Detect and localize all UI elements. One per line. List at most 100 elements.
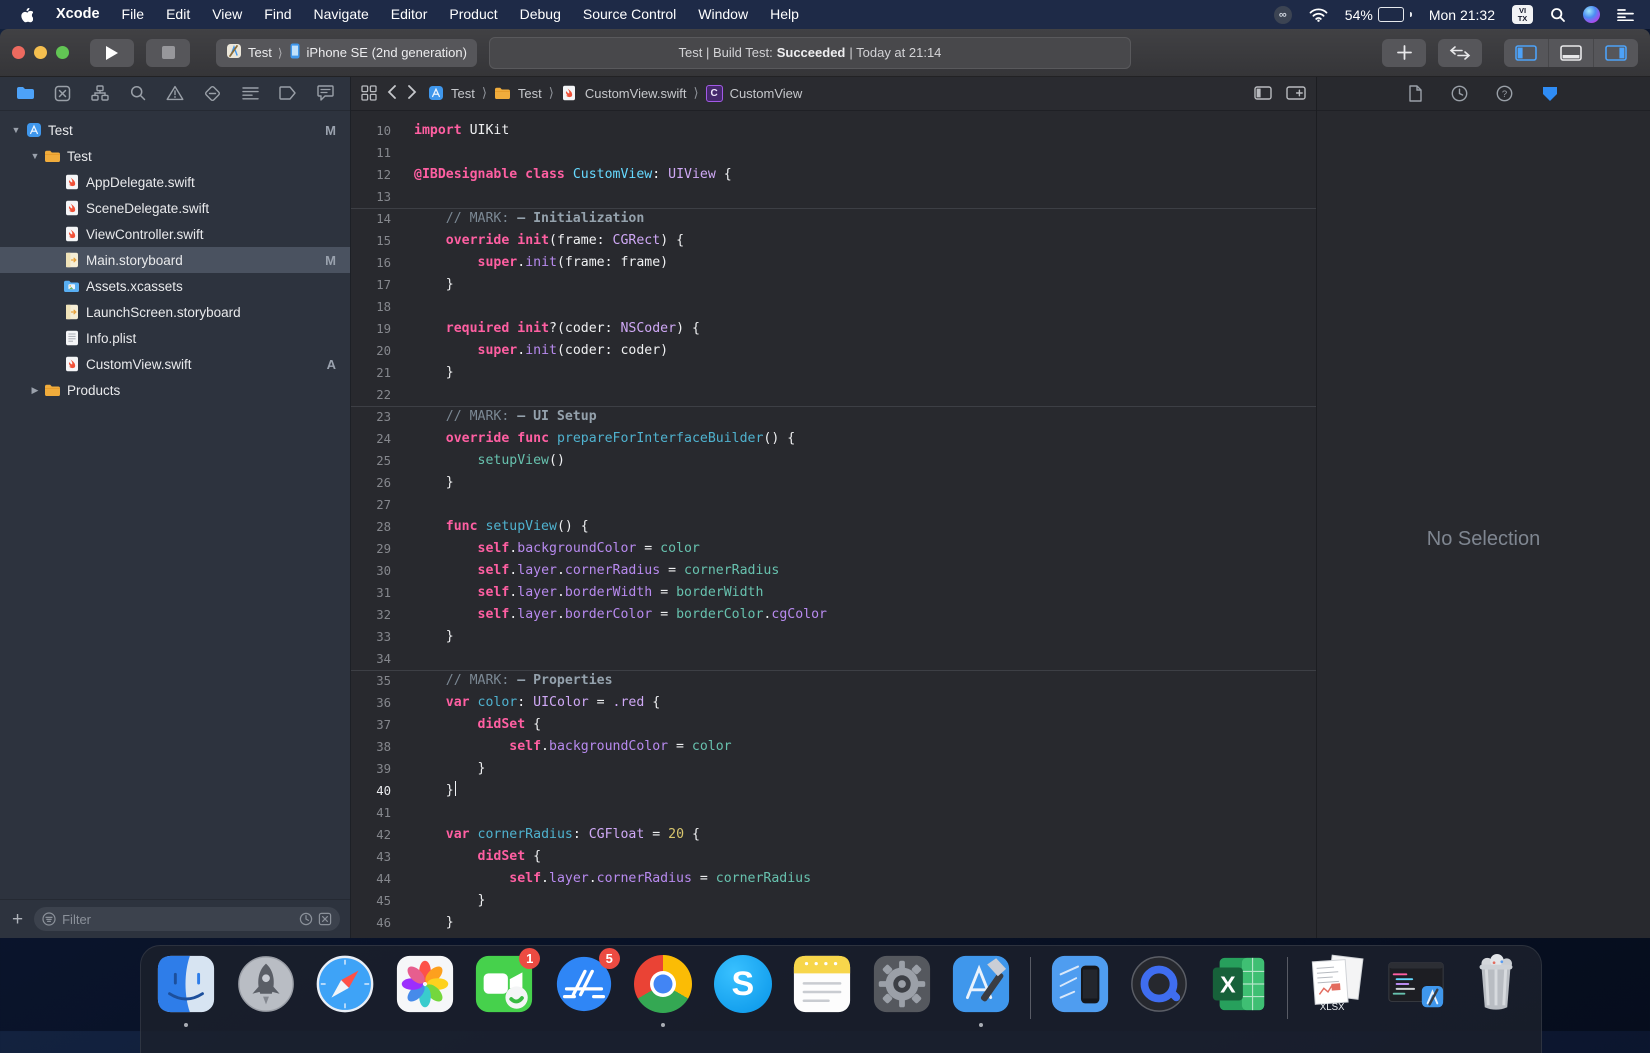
code-line-29[interactable]: 29 self.backgroundColor = color bbox=[351, 538, 1316, 560]
scheme-selector[interactable]: Test ⟩ iPhone SE (2nd generation) bbox=[216, 39, 477, 67]
dock-item-simulator[interactable] bbox=[1049, 953, 1111, 1033]
code-line-30[interactable]: 30 self.layer.cornerRadius = cornerRadiu… bbox=[351, 560, 1316, 582]
dock-item-system-preferences[interactable] bbox=[871, 953, 933, 1033]
sidebar-item-info-plist[interactable]: Info.plist bbox=[0, 325, 350, 351]
sidebar-item-viewcontroller-swift[interactable]: ViewController.swift bbox=[0, 221, 350, 247]
breadcrumb-item[interactable]: Test bbox=[451, 86, 475, 101]
disclosure-triangle[interactable]: ▶ bbox=[29, 385, 41, 396]
menu-help[interactable]: Help bbox=[759, 6, 810, 22]
code-line-39[interactable]: 39 } bbox=[351, 758, 1316, 780]
dock-item-chrome[interactable] bbox=[632, 953, 694, 1033]
stop-button[interactable] bbox=[146, 39, 190, 67]
menu-edit[interactable]: Edit bbox=[155, 6, 201, 22]
dock-item-quicktime[interactable] bbox=[1128, 953, 1190, 1033]
dock-item-xlsx-documents[interactable]: XLSX bbox=[1306, 953, 1368, 1033]
navigator-tab-project[interactable] bbox=[12, 80, 38, 106]
menu-source-control[interactable]: Source Control bbox=[572, 6, 687, 22]
wifi-icon[interactable] bbox=[1309, 8, 1328, 22]
navigator-tab-symbols[interactable] bbox=[87, 80, 113, 106]
code-line-41[interactable]: 41 bbox=[351, 802, 1316, 824]
toggle-navigator-button[interactable] bbox=[1504, 39, 1549, 67]
battery-indicator[interactable]: 54% bbox=[1345, 7, 1412, 23]
dock-item-excel[interactable]: X bbox=[1208, 953, 1270, 1033]
navigator-tab-reports[interactable] bbox=[312, 80, 338, 106]
sidebar-item-main-storyboard[interactable]: Main.storyboardM bbox=[0, 247, 350, 273]
sidebar-item-customview-swift[interactable]: CustomView.swiftA bbox=[0, 351, 350, 377]
sidebar-item-test[interactable]: ▼TestM bbox=[0, 117, 350, 143]
dock-item-xcode[interactable] bbox=[950, 953, 1012, 1033]
code-line-40[interactable]: 40 } bbox=[351, 780, 1316, 802]
code-area[interactable]: 10import UIKit1112@IBDesignable class Cu… bbox=[351, 111, 1316, 934]
code-line-43[interactable]: 43 didSet { bbox=[351, 846, 1316, 868]
filter-field[interactable]: Filter bbox=[34, 907, 340, 931]
siri-icon[interactable] bbox=[1583, 6, 1600, 23]
disclosure-triangle[interactable]: ▼ bbox=[29, 151, 41, 161]
code-line-24[interactable]: 24 override func prepareForInterfaceBuil… bbox=[351, 428, 1316, 450]
code-line-21[interactable]: 21 } bbox=[351, 362, 1316, 384]
code-line-25[interactable]: 25 setupView() bbox=[351, 450, 1316, 472]
code-line-32[interactable]: 32 self.layer.borderColor = borderColor.… bbox=[351, 604, 1316, 626]
code-line-34[interactable]: 34 bbox=[351, 648, 1316, 670]
menu-editor[interactable]: Editor bbox=[380, 6, 439, 22]
code-line-15[interactable]: 15 override init(frame: CGRect) { bbox=[351, 230, 1316, 252]
run-button[interactable] bbox=[90, 39, 134, 67]
code-line-26[interactable]: 26 } bbox=[351, 472, 1316, 494]
code-line-14[interactable]: 14 // MARK: – Initialization bbox=[351, 208, 1316, 230]
navigator-tab-issues[interactable] bbox=[162, 80, 188, 106]
creative-cloud-icon[interactable]: ∞ bbox=[1274, 6, 1292, 24]
notification-center-icon[interactable] bbox=[1617, 8, 1634, 21]
spotlight-icon[interactable] bbox=[1550, 7, 1566, 23]
connections-inspector-icon[interactable] bbox=[1541, 85, 1559, 102]
code-line-45[interactable]: 45 } bbox=[351, 890, 1316, 912]
apple-menu[interactable] bbox=[10, 6, 45, 23]
code-line-35[interactable]: 35 // MARK: – Properties bbox=[351, 670, 1316, 692]
navigator-tab-find[interactable] bbox=[125, 80, 151, 106]
navigator-tab-debug[interactable] bbox=[237, 80, 263, 106]
add-editor-icon[interactable] bbox=[1286, 86, 1306, 100]
code-review-button[interactable] bbox=[1438, 39, 1482, 67]
code-line-37[interactable]: 37 didSet { bbox=[351, 714, 1316, 736]
breadcrumb-item[interactable]: CustomView.swift bbox=[585, 86, 687, 101]
sidebar-item-appdelegate-swift[interactable]: AppDelegate.swift bbox=[0, 169, 350, 195]
history-inspector-icon[interactable] bbox=[1451, 85, 1468, 102]
library-add-button[interactable] bbox=[1382, 39, 1426, 67]
toggle-inspector-button[interactable] bbox=[1594, 39, 1638, 67]
code-line-11[interactable]: 11 bbox=[351, 142, 1316, 164]
dock-item-trash[interactable] bbox=[1465, 953, 1527, 1033]
go-forward-button[interactable] bbox=[407, 85, 417, 102]
dock-item-app-store[interactable]: 5 bbox=[553, 953, 615, 1033]
menu-clock[interactable]: Mon 21:32 bbox=[1429, 7, 1495, 23]
menu-debug[interactable]: Debug bbox=[509, 6, 572, 22]
menu-window[interactable]: Window bbox=[687, 6, 759, 22]
input-source-icon[interactable]: VI TX bbox=[1512, 5, 1533, 24]
dock-item-notes[interactable] bbox=[791, 953, 853, 1033]
dock-item-finder[interactable] bbox=[155, 953, 217, 1033]
code-line-46[interactable]: 46 } bbox=[351, 912, 1316, 934]
code-line-44[interactable]: 44 self.layer.cornerRadius = cornerRadiu… bbox=[351, 868, 1316, 890]
code-line-38[interactable]: 38 self.backgroundColor = color bbox=[351, 736, 1316, 758]
window-close-button[interactable] bbox=[12, 46, 25, 59]
source-control-filter-icon[interactable] bbox=[318, 912, 332, 926]
sidebar-item-launchscreen-storyboard[interactable]: LaunchScreen.storyboard bbox=[0, 299, 350, 325]
code-line-22[interactable]: 22 bbox=[351, 384, 1316, 406]
navigator-tab-breakpoints[interactable] bbox=[275, 80, 301, 106]
related-items-icon[interactable] bbox=[361, 85, 377, 101]
dock-item-skype[interactable]: S bbox=[712, 953, 774, 1033]
menu-app-name[interactable]: Xcode bbox=[45, 0, 111, 29]
recent-files-clock-icon[interactable] bbox=[299, 912, 313, 926]
editor-options-icon[interactable] bbox=[1254, 86, 1272, 100]
breadcrumb-item[interactable]: CustomView bbox=[730, 86, 803, 101]
code-line-17[interactable]: 17 } bbox=[351, 274, 1316, 296]
navigator-tab-tests[interactable] bbox=[200, 80, 226, 106]
code-line-33[interactable]: 33 } bbox=[351, 626, 1316, 648]
code-line-23[interactable]: 23 // MARK: – UI Setup bbox=[351, 406, 1316, 428]
code-line-16[interactable]: 16 super.init(frame: frame) bbox=[351, 252, 1316, 274]
dock-item-safari[interactable] bbox=[314, 953, 376, 1033]
menu-navigate[interactable]: Navigate bbox=[303, 6, 380, 22]
code-line-28[interactable]: 28 func setupView() { bbox=[351, 516, 1316, 538]
dock-item-photos[interactable] bbox=[394, 953, 456, 1033]
code-line-27[interactable]: 27 bbox=[351, 494, 1316, 516]
window-zoom-button[interactable] bbox=[56, 46, 69, 59]
code-line-31[interactable]: 31 self.layer.borderWidth = borderWidth bbox=[351, 582, 1316, 604]
toggle-debug-area-button[interactable] bbox=[1549, 39, 1594, 67]
